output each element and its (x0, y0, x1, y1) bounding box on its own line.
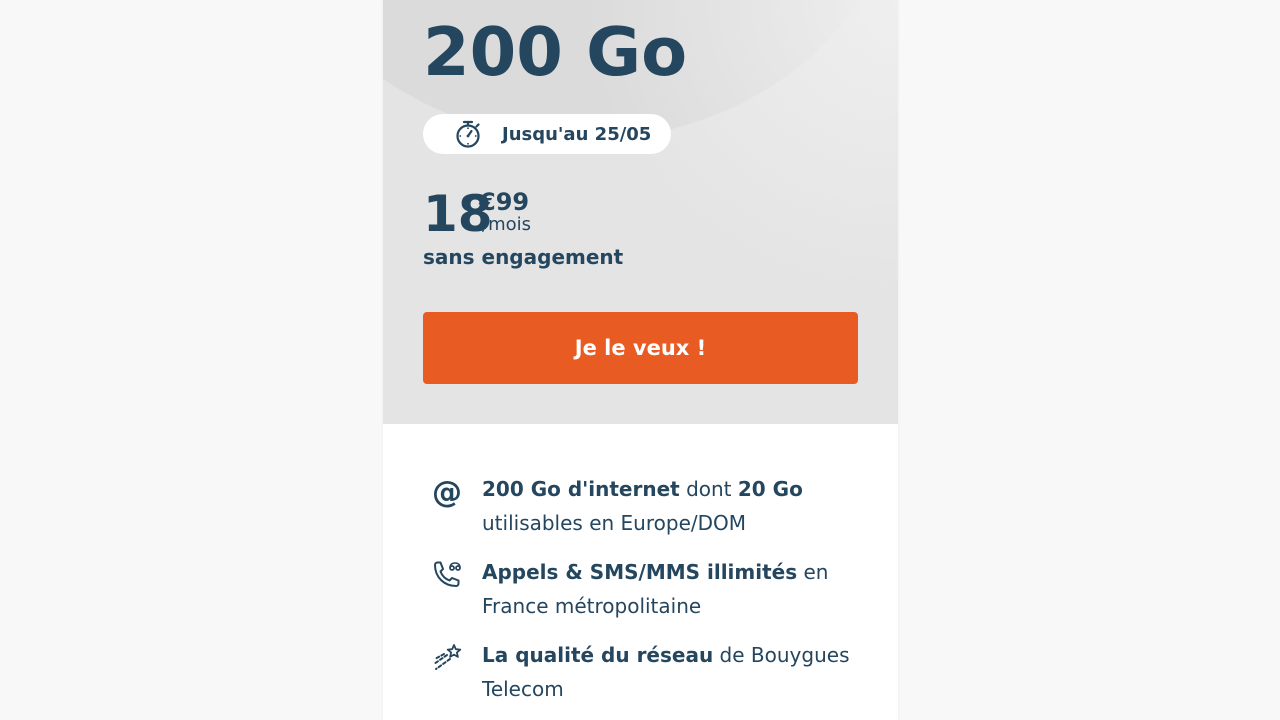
promo-end-date: Jusqu'au 25/05 (502, 123, 652, 145)
phone-sms-icon (430, 559, 464, 593)
data-amount-title: 200 Go (423, 13, 688, 91)
feature-text: Appels & SMS/MMS illimités en France mét… (482, 555, 862, 623)
stopwatch-icon (454, 119, 482, 149)
feature-list: @ 200 Go d'internet dont 20 Go utilisabl… (423, 472, 863, 720)
at-icon: @ (432, 475, 462, 510)
feature-text-part: utilisables en Europe/DOM (482, 511, 747, 535)
commitment-label: sans engagement (423, 245, 624, 269)
feature-item-network: La qualité du réseau de Bouygues Telecom (423, 638, 863, 705)
feature-text: La qualité du réseau de Bouygues Telecom (482, 638, 862, 706)
offer-card: 200 Go Jusqu'au 25/05 18 €99 /mois sans … (383, 0, 898, 720)
shooting-star-icon (430, 642, 464, 676)
feature-strong: La qualité du réseau (482, 643, 714, 667)
price-cents: €99 (479, 188, 530, 216)
feature-text: 200 Go d'internet dont 20 Go utilisables… (482, 472, 862, 540)
feature-item-internet: @ 200 Go d'internet dont 20 Go utilisabl… (423, 472, 863, 539)
subscribe-button[interactable]: Je le veux ! (423, 312, 858, 384)
feature-strong: Appels & SMS/MMS illimités (482, 560, 798, 584)
promo-badge: Jusqu'au 25/05 (423, 114, 671, 154)
feature-text-part: dont (679, 477, 738, 501)
feature-item-calls: Appels & SMS/MMS illimités en France mét… (423, 555, 863, 622)
feature-strong: 20 Go (737, 477, 803, 501)
offer-hero: 200 Go Jusqu'au 25/05 18 €99 /mois sans … (383, 0, 898, 424)
feature-strong: 200 Go d'internet (482, 477, 680, 501)
price-period: /mois (482, 214, 531, 235)
